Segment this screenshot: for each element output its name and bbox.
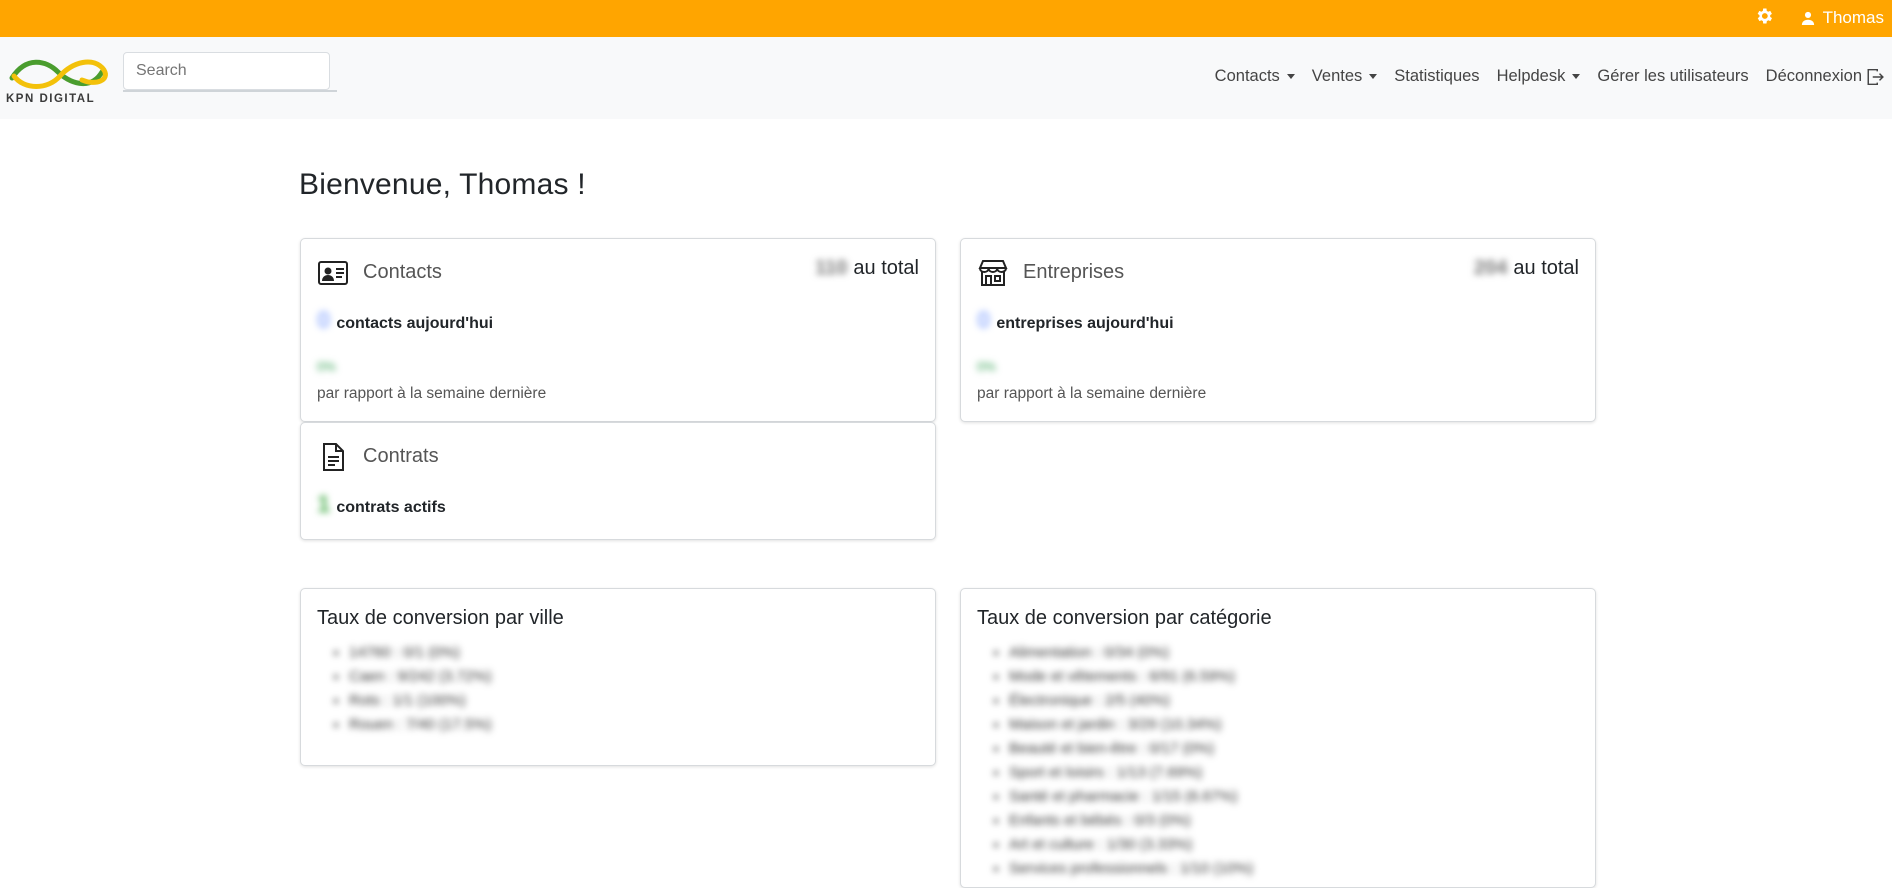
card-title: Contrats — [363, 445, 439, 467]
storefront-icon — [978, 260, 1008, 286]
contrats-card: Contrats 1 contrats actifs — [300, 422, 936, 540]
card-title: Taux de conversion par catégorie — [977, 607, 1272, 629]
list-item: Enfants et bébés : 0/3 (0%) — [1009, 809, 1253, 833]
card-total: 204 au total — [1474, 257, 1579, 280]
list-item: Santé et pharmacie : 1/15 (6.67%) — [1009, 785, 1253, 809]
card-title: Entreprises — [1023, 261, 1125, 283]
ville-list: 14760 : 0/1 (0%) Caen : 9/242 (3.72%) Ro… — [349, 641, 492, 737]
active-value: 1 — [317, 491, 331, 518]
main-nav: Contacts Ventes Statistiques Helpdesk Gé… — [1215, 67, 1884, 86]
contact-card-icon — [318, 261, 348, 285]
list-item: Électronique : 2/5 (40%) — [1009, 689, 1253, 713]
today-value: 0 — [317, 307, 331, 334]
total-suffix: au total — [853, 257, 919, 279]
list-item: Sport et loisirs : 1/13 (7.69%) — [1009, 761, 1253, 785]
list-item: Beauté et bien-être : 0/17 (0%) — [1009, 737, 1253, 761]
search-underline — [123, 90, 337, 92]
caret-down-icon — [1369, 74, 1378, 79]
active-label: contrats actifs — [336, 499, 446, 516]
today-value: 0 — [977, 307, 991, 334]
compare-text: par rapport à la semaine dernière — [977, 385, 1207, 402]
nav-contacts-label: Contacts — [1214, 67, 1280, 85]
pct-change: 0% — [317, 359, 336, 374]
document-icon — [323, 443, 344, 471]
total-suffix: au total — [1513, 257, 1579, 279]
user-menu[interactable]: Thomas — [1801, 8, 1884, 28]
conversion-ville-card: Taux de conversion par ville 14760 : 0/1… — [300, 588, 936, 766]
categorie-list: Alimentation : 0/34 (0%) Mode et vêtemen… — [1009, 641, 1253, 881]
nav-deconnexion-label: Déconnexion — [1765, 67, 1862, 85]
today-stat: 0 entreprises aujourd'hui — [977, 307, 1174, 335]
today-stat: 0 contacts aujourd'hui — [317, 307, 493, 335]
list-item: 14760 : 0/1 (0%) — [349, 641, 492, 665]
page-title: Bienvenue, Thomas ! — [299, 168, 586, 201]
nav-helpdesk-label: Helpdesk — [1496, 67, 1566, 85]
active-stat: 1 contrats actifs — [317, 491, 446, 519]
card-title: Contacts — [363, 261, 442, 283]
person-icon — [1801, 11, 1814, 25]
today-label: entreprises aujourd'hui — [996, 315, 1174, 332]
compare-text: par rapport à la semaine dernière — [317, 385, 547, 402]
nav-ventes-label: Ventes — [1311, 67, 1363, 85]
card-title: Taux de conversion par ville — [317, 607, 564, 629]
pct-change: 0% — [977, 359, 996, 374]
nav-statistiques-label: Statistiques — [1394, 67, 1480, 85]
caret-down-icon — [1572, 74, 1581, 79]
nav-statistiques[interactable]: Statistiques — [1394, 67, 1479, 86]
logout-icon — [1867, 68, 1884, 85]
card-total: 110 au total — [815, 257, 919, 280]
contacts-card: Contacts 110 au total 0 contacts aujourd… — [300, 238, 936, 422]
nav-deconnexion[interactable]: Déconnexion — [1766, 67, 1884, 86]
list-item: Caen : 9/242 (3.72%) — [349, 665, 492, 689]
user-name: Thomas — [1822, 8, 1884, 27]
list-item: Rots : 1/1 (100%) — [349, 689, 492, 713]
list-item: Art et culture : 1/30 (3.33%) — [1009, 833, 1253, 857]
search-input[interactable] — [123, 52, 330, 90]
caret-down-icon — [1286, 74, 1295, 79]
top-bar: Thomas — [0, 0, 1892, 37]
conversion-categorie-card: Taux de conversion par catégorie Aliment… — [960, 588, 1596, 888]
list-item: Maison et jardin : 3/29 (10.34%) — [1009, 713, 1253, 737]
list-item: Mode et vêtements : 6/91 (6.59%) — [1009, 665, 1253, 689]
total-value: 204 — [1474, 257, 1508, 279]
nav-gerer-utilisateurs-label: Gérer les utilisateurs — [1597, 67, 1749, 85]
nav-gerer-utilisateurs[interactable]: Gérer les utilisateurs — [1597, 67, 1748, 86]
list-item: Rouen : 7/40 (17.5%) — [349, 713, 492, 737]
nav-helpdesk[interactable]: Helpdesk — [1497, 67, 1581, 86]
gear-icon[interactable] — [1754, 6, 1774, 26]
nav-ventes[interactable]: Ventes — [1311, 67, 1378, 86]
list-item: Alimentation : 0/34 (0%) — [1009, 641, 1253, 665]
today-label: contacts aujourd'hui — [336, 315, 494, 332]
navbar: KPN DIGITAL Contacts Ventes Statistiques… — [0, 37, 1892, 119]
total-value: 110 — [815, 257, 848, 279]
entreprises-card: Entreprises 204 au total 0 entreprises a… — [960, 238, 1596, 422]
nav-contacts[interactable]: Contacts — [1215, 67, 1295, 86]
list-item: Services professionnels : 1/10 (10%) — [1009, 857, 1253, 881]
brand-name: KPN DIGITAL — [6, 93, 96, 105]
